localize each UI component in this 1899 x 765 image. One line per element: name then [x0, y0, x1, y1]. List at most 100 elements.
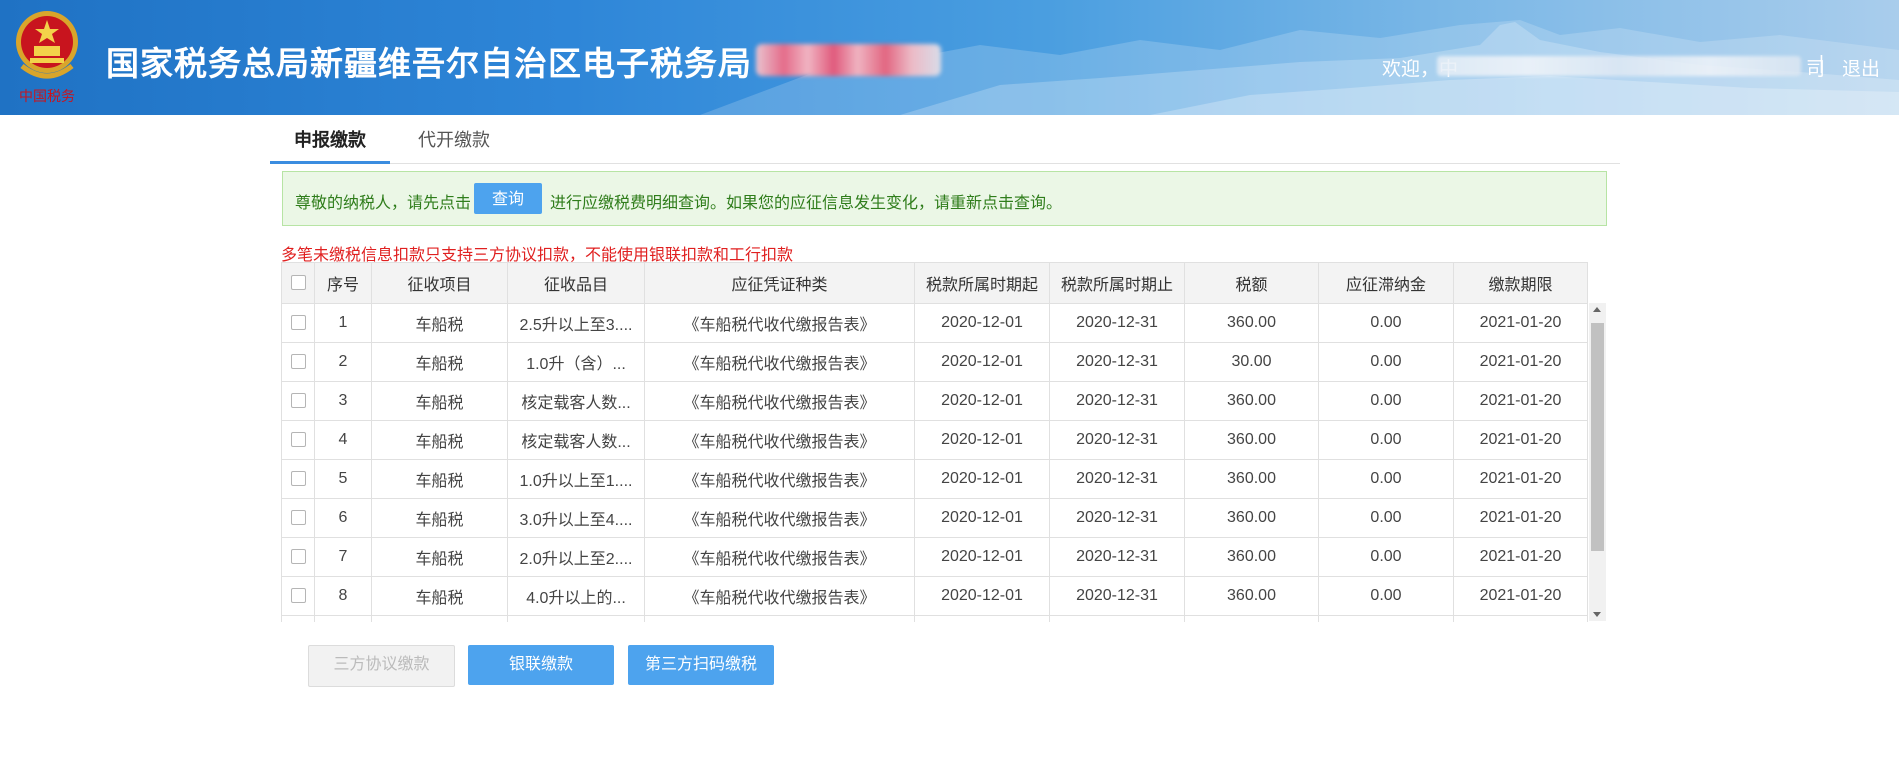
- select-all-cell[interactable]: [281, 262, 315, 304]
- row-checkbox[interactable]: [290, 510, 306, 526]
- column-header: 应征滞纳金: [1318, 262, 1454, 304]
- table-cell: 2020-12-01: [914, 537, 1050, 577]
- table-cell: 2021-01-20: [1453, 576, 1588, 616]
- table-cell: 3.0升以上至4....: [507, 498, 645, 538]
- table-cell: 2020-12-31: [1049, 303, 1185, 343]
- table-cell: 2020-12-01: [914, 342, 1050, 382]
- row-checkbox[interactable]: [290, 432, 306, 448]
- table-cell: 0.00: [1318, 576, 1454, 616]
- table-cell: [314, 615, 372, 622]
- row-select-cell[interactable]: [281, 342, 315, 382]
- notice-text-before: 尊敬的纳税人，请先点击: [295, 195, 472, 212]
- row-checkbox[interactable]: [290, 471, 306, 487]
- table-cell: [1453, 615, 1588, 622]
- row-checkbox[interactable]: [290, 549, 306, 565]
- row-select-cell[interactable]: [281, 459, 315, 499]
- table-cell: 2020-12-01: [914, 576, 1050, 616]
- table-cell: 1.0升（含）...: [507, 342, 645, 382]
- table-cell: 核定载客人数...: [507, 381, 645, 421]
- table-cell: 2020-12-31: [1049, 381, 1185, 421]
- column-header: 税款所属时期起: [914, 262, 1050, 304]
- column-header: 缴款期限: [1453, 262, 1588, 304]
- table-cell: 《车船税代收代缴报告表》: [644, 459, 915, 499]
- table-cell: 2021-01-20: [1453, 342, 1588, 382]
- scrollbar-thumb[interactable]: [1591, 323, 1604, 551]
- logout-link[interactable]: 退出: [1842, 54, 1880, 81]
- info-notice: 尊敬的纳税人，请先点击 查询 进行应缴税费明细查询。如果您的应征信息发生变化，请…: [282, 171, 1607, 226]
- table-row[interactable]: 2 车船税 1.0升（含）... 《车船税代收代缴报告表》 2020-12-01…: [281, 342, 1588, 382]
- row-select-cell[interactable]: [281, 576, 315, 616]
- svg-text:中国税务: 中国税务: [19, 89, 75, 105]
- tab-agent-payment[interactable]: 代开缴款: [394, 115, 514, 163]
- table-cell: 360.00: [1184, 498, 1319, 538]
- table-cell: 360.00: [1184, 537, 1319, 577]
- table-row[interactable]: 7 车船税 2.0升以上至2.... 《车船税代收代缴报告表》 2020-12-…: [281, 537, 1588, 577]
- table-row[interactable]: 6 车船税 3.0升以上至4.... 《车船税代收代缴报告表》 2020-12-…: [281, 498, 1588, 538]
- table-cell: 2020-12-01: [914, 459, 1050, 499]
- row-checkbox[interactable]: [290, 315, 306, 331]
- table-scrollbar[interactable]: [1589, 303, 1606, 621]
- table-cell: 2021-01-20: [1453, 381, 1588, 421]
- table-row[interactable]: 4 车船税 核定载客人数... 《车船税代收代缴报告表》 2020-12-01 …: [281, 420, 1588, 460]
- table-row[interactable]: 1 车船税 2.5升以上至3.... 《车船税代收代缴报告表》 2020-12-…: [281, 303, 1588, 343]
- row-select-cell[interactable]: [281, 420, 315, 460]
- table-cell: 2020-12-31: [1049, 342, 1185, 382]
- table-cell: 6: [314, 498, 372, 538]
- table-cell: 车船税: [371, 342, 508, 382]
- table-cell: 360.00: [1184, 303, 1319, 343]
- row-checkbox[interactable]: [290, 393, 306, 409]
- table-cell: 3: [314, 381, 372, 421]
- row-select-cell[interactable]: [281, 303, 315, 343]
- row-select-cell[interactable]: [281, 381, 315, 421]
- table-cell: 2020-12-01: [914, 303, 1050, 343]
- table-cell: 2020-12-01: [914, 498, 1050, 538]
- table-cell: [371, 615, 508, 622]
- table-cell: 车船税: [371, 576, 508, 616]
- row-checkbox[interactable]: [290, 588, 306, 604]
- table-cell: 5: [314, 459, 372, 499]
- three-party-payment-button[interactable]: 三方协议缴款: [308, 645, 455, 687]
- table-cell: 4: [314, 420, 372, 460]
- table-row[interactable]: [281, 615, 1588, 622]
- table-cell: 0.00: [1318, 303, 1454, 343]
- unionpay-payment-button[interactable]: 银联缴款: [468, 645, 614, 685]
- redacted-region: [756, 44, 941, 76]
- redacted-username: [1437, 56, 1801, 76]
- table-cell: 1.0升以上至1....: [507, 459, 645, 499]
- table-cell: 2021-01-20: [1453, 498, 1588, 538]
- query-button[interactable]: 查询: [474, 183, 542, 214]
- table-cell: 车船税: [371, 420, 508, 460]
- row-select-cell[interactable]: [281, 537, 315, 577]
- row-select-cell[interactable]: [281, 498, 315, 538]
- row-select-cell[interactable]: [281, 615, 315, 622]
- table-cell: 4.0升以上的...: [507, 576, 645, 616]
- table-cell: 《车船税代收代缴报告表》: [644, 303, 915, 343]
- scroll-up-icon[interactable]: [1593, 307, 1601, 312]
- table-cell: 车船税: [371, 537, 508, 577]
- table-row[interactable]: 8 车船税 4.0升以上的... 《车船税代收代缴报告表》 2020-12-01…: [281, 576, 1588, 616]
- table-cell: 0.00: [1318, 420, 1454, 460]
- table-cell: 8: [314, 576, 372, 616]
- scroll-down-icon[interactable]: [1593, 612, 1601, 617]
- table-row[interactable]: 5 车船税 1.0升以上至1.... 《车船税代收代缴报告表》 2020-12-…: [281, 459, 1588, 499]
- column-header: 征收项目: [371, 262, 508, 304]
- table-cell: 30.00: [1184, 342, 1319, 382]
- tab-declaration-payment[interactable]: 申报缴款: [270, 115, 390, 164]
- row-checkbox[interactable]: [290, 354, 306, 370]
- table-cell: [1318, 615, 1454, 622]
- table-cell: 《车船税代收代缴报告表》: [644, 498, 915, 538]
- table-row[interactable]: 3 车船税 核定载客人数... 《车船税代收代缴报告表》 2020-12-01 …: [281, 381, 1588, 421]
- table-cell: [507, 615, 645, 622]
- table-cell: 车船税: [371, 381, 508, 421]
- column-header: 序号: [314, 262, 372, 304]
- column-header: 征收品目: [507, 262, 645, 304]
- third-party-scan-payment-button[interactable]: 第三方扫码缴税: [628, 645, 774, 685]
- table-cell: 《车船税代收代缴报告表》: [644, 576, 915, 616]
- table-header-row: 序号 征收项目 征收品目 应征凭证种类 税款所属时期起 税款所属时期止 税额 应…: [281, 262, 1588, 304]
- select-all-checkbox[interactable]: [290, 275, 306, 291]
- table-cell: 2.5升以上至3....: [507, 303, 645, 343]
- tax-table: 序号 征收项目 征收品目 应征凭证种类 税款所属时期起 税款所属时期止 税额 应…: [281, 262, 1608, 622]
- table-cell: 7: [314, 537, 372, 577]
- table-cell: 车船税: [371, 459, 508, 499]
- table-cell: 2020-12-31: [1049, 537, 1185, 577]
